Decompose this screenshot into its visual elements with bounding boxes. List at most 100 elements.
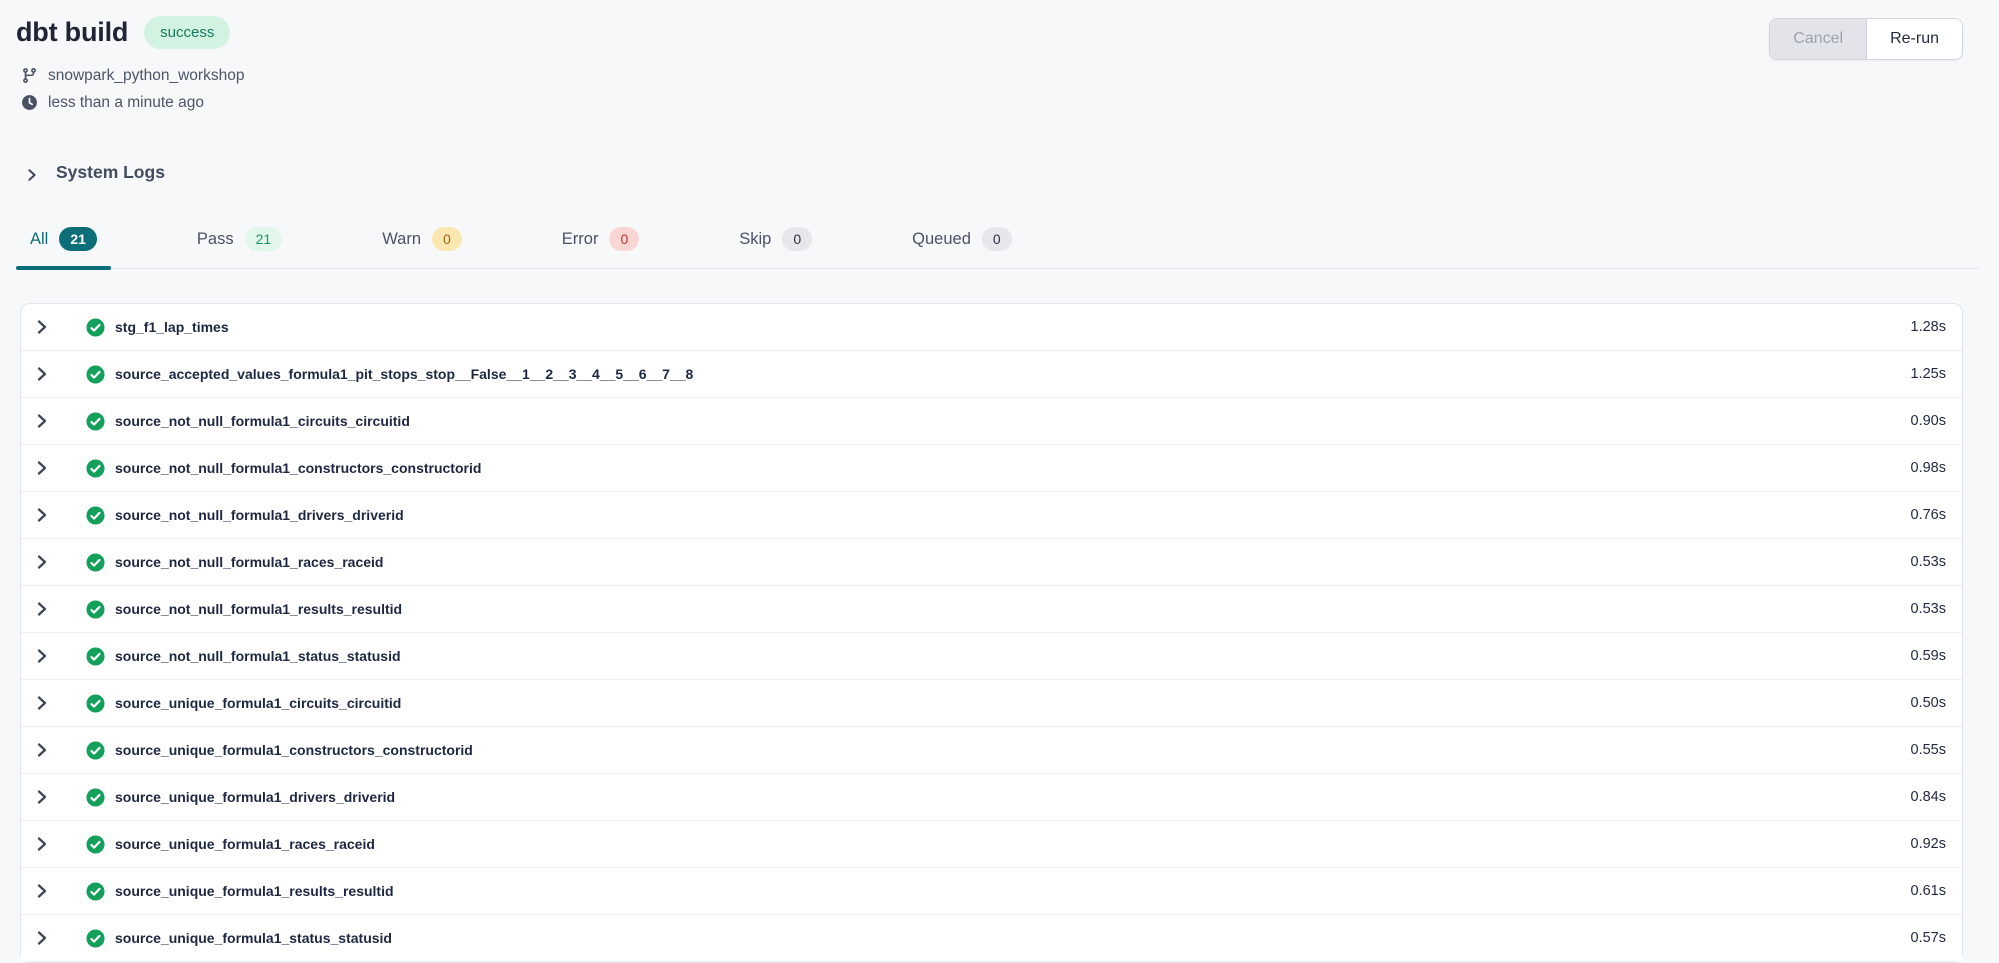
tab-count-badge: 0 bbox=[609, 227, 639, 251]
result-duration: 0.50s bbox=[1911, 695, 1946, 711]
clock-icon bbox=[20, 94, 38, 111]
result-row[interactable]: source_unique_formula1_results_resultid … bbox=[21, 868, 1962, 915]
expand-chevron-icon[interactable] bbox=[34, 648, 50, 664]
expand-chevron-icon[interactable] bbox=[34, 507, 50, 523]
git-branch-icon bbox=[20, 67, 38, 84]
system-logs-toggle[interactable]: System Logs bbox=[25, 162, 165, 183]
result-row[interactable]: source_unique_formula1_circuits_circuiti… bbox=[21, 680, 1962, 727]
result-duration: 0.84s bbox=[1911, 789, 1946, 805]
tab-pass[interactable]: Pass 21 bbox=[183, 227, 296, 268]
system-logs-label: System Logs bbox=[56, 162, 165, 183]
run-detail-page: dbt build success Cancel Re-run snowpark… bbox=[0, 0, 1999, 959]
cancel-button[interactable]: Cancel bbox=[1770, 19, 1867, 59]
result-row[interactable]: source_accepted_values_formula1_pit_stop… bbox=[21, 351, 1962, 398]
result-duration: 1.25s bbox=[1911, 366, 1946, 382]
success-check-icon bbox=[86, 694, 105, 713]
time-row: less than a minute ago bbox=[20, 89, 1963, 116]
result-name: source_unique_formula1_races_raceid bbox=[115, 836, 375, 852]
result-row[interactable]: source_not_null_formula1_circuits_circui… bbox=[21, 398, 1962, 445]
result-name: stg_f1_lap_times bbox=[115, 319, 229, 335]
success-check-icon bbox=[86, 647, 105, 666]
expand-chevron-icon[interactable] bbox=[34, 460, 50, 476]
expand-chevron-icon[interactable] bbox=[34, 413, 50, 429]
success-check-icon bbox=[86, 318, 105, 337]
result-row[interactable]: source_not_null_formula1_races_raceid 0.… bbox=[21, 539, 1962, 586]
success-check-icon bbox=[86, 929, 105, 948]
result-duration: 0.90s bbox=[1911, 413, 1946, 429]
result-duration: 0.98s bbox=[1911, 460, 1946, 476]
result-row[interactable]: source_not_null_formula1_drivers_driveri… bbox=[21, 492, 1962, 539]
expand-chevron-icon[interactable] bbox=[34, 742, 50, 758]
run-meta: snowpark_python_workshop less than a min… bbox=[20, 62, 1963, 116]
result-name: source_unique_formula1_status_statusid bbox=[115, 930, 392, 946]
success-check-icon bbox=[86, 365, 105, 384]
success-check-icon bbox=[86, 882, 105, 901]
title-row: dbt build success bbox=[16, 16, 1963, 49]
result-name: source_unique_formula1_circuits_circuiti… bbox=[115, 695, 401, 711]
result-name: source_unique_formula1_results_resultid bbox=[115, 883, 394, 899]
result-duration: 0.76s bbox=[1911, 507, 1946, 523]
result-row[interactable]: source_unique_formula1_drivers_driverid … bbox=[21, 774, 1962, 821]
result-duration: 0.53s bbox=[1911, 554, 1946, 570]
result-name: source_unique_formula1_drivers_driverid bbox=[115, 789, 395, 805]
success-check-icon bbox=[86, 600, 105, 619]
result-row[interactable]: source_unique_formula1_status_statusid 0… bbox=[21, 915, 1962, 962]
run-header: dbt build success Cancel Re-run snowpark… bbox=[0, 16, 1999, 116]
success-check-icon bbox=[86, 459, 105, 478]
tab-queued[interactable]: Queued 0 bbox=[898, 227, 1026, 268]
result-row[interactable]: source_unique_formula1_constructors_cons… bbox=[21, 727, 1962, 774]
rerun-button[interactable]: Re-run bbox=[1867, 19, 1962, 59]
expand-chevron-icon[interactable] bbox=[34, 883, 50, 899]
tab-count-badge: 21 bbox=[59, 227, 97, 251]
success-check-icon bbox=[86, 412, 105, 431]
result-row[interactable]: source_not_null_formula1_status_statusid… bbox=[21, 633, 1962, 680]
result-row[interactable]: source_not_null_formula1_results_resulti… bbox=[21, 586, 1962, 633]
result-name: source_not_null_formula1_races_raceid bbox=[115, 554, 383, 570]
result-name: source_not_null_formula1_drivers_driveri… bbox=[115, 507, 404, 523]
result-duration: 0.53s bbox=[1911, 601, 1946, 617]
result-duration: 0.61s bbox=[1911, 883, 1946, 899]
tab-count-badge: 0 bbox=[432, 227, 462, 251]
success-check-icon bbox=[86, 741, 105, 760]
expand-chevron-icon[interactable] bbox=[34, 319, 50, 335]
expand-chevron-icon[interactable] bbox=[34, 930, 50, 946]
expand-chevron-icon[interactable] bbox=[34, 554, 50, 570]
tab-all[interactable]: All 21 bbox=[16, 227, 111, 268]
tab-label: Skip bbox=[739, 230, 771, 249]
tab-error[interactable]: Error 0 bbox=[548, 227, 653, 268]
expand-chevron-icon[interactable] bbox=[34, 601, 50, 617]
expand-chevron-icon[interactable] bbox=[34, 366, 50, 382]
status-tabs: All 21 Pass 21 Warn 0 Error 0 Skip 0 bbox=[16, 227, 1979, 269]
branch-row: snowpark_python_workshop bbox=[20, 62, 1963, 89]
tab-skip[interactable]: Skip 0 bbox=[725, 227, 826, 268]
status-badge: success bbox=[144, 16, 230, 49]
result-row[interactable]: source_unique_formula1_races_raceid 0.92… bbox=[21, 821, 1962, 868]
tab-count-badge: 0 bbox=[782, 227, 812, 251]
result-duration: 0.59s bbox=[1911, 648, 1946, 664]
tab-label: Pass bbox=[197, 230, 234, 249]
result-name: source_not_null_formula1_results_resulti… bbox=[115, 601, 402, 617]
branch-name: snowpark_python_workshop bbox=[48, 67, 244, 85]
result-name: source_not_null_formula1_circuits_circui… bbox=[115, 413, 410, 429]
tab-count-badge: 0 bbox=[982, 227, 1012, 251]
result-duration: 1.28s bbox=[1911, 319, 1946, 335]
success-check-icon bbox=[86, 835, 105, 854]
tab-label: Error bbox=[562, 230, 599, 249]
expand-chevron-icon[interactable] bbox=[34, 695, 50, 711]
success-check-icon bbox=[86, 788, 105, 807]
result-name: source_not_null_formula1_constructors_co… bbox=[115, 460, 481, 476]
success-check-icon bbox=[86, 553, 105, 572]
tab-label: Queued bbox=[912, 230, 971, 249]
tab-count-badge: 21 bbox=[245, 227, 283, 251]
page-title: dbt build bbox=[16, 17, 128, 48]
expand-chevron-icon[interactable] bbox=[34, 789, 50, 805]
result-duration: 0.92s bbox=[1911, 836, 1946, 852]
result-duration: 0.57s bbox=[1911, 930, 1946, 946]
tab-warn[interactable]: Warn 0 bbox=[368, 227, 476, 268]
result-row[interactable]: source_not_null_formula1_constructors_co… bbox=[21, 445, 1962, 492]
tab-label: All bbox=[30, 230, 48, 249]
tab-label: Warn bbox=[382, 230, 421, 249]
result-name: source_unique_formula1_constructors_cons… bbox=[115, 742, 473, 758]
expand-chevron-icon[interactable] bbox=[34, 836, 50, 852]
result-row[interactable]: stg_f1_lap_times 1.28s bbox=[21, 304, 1962, 351]
